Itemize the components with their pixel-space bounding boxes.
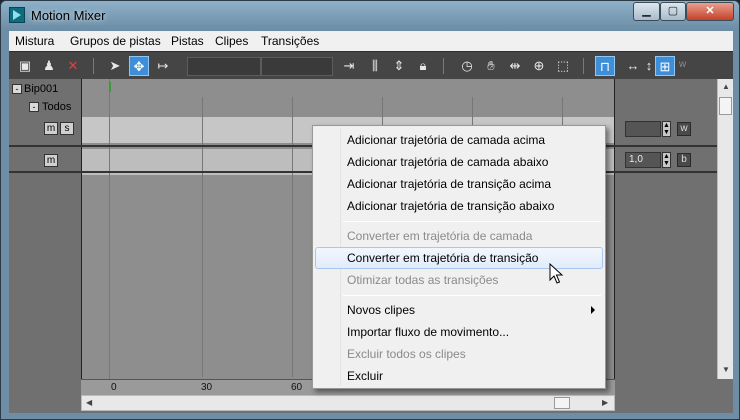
menu-item-add-layer-below[interactable]: Adicionar trajetória de camada abaixo — [315, 151, 603, 173]
menu-bar: Mistura Grupos de pistas Pistas Clipes T… — [9, 31, 733, 51]
lock-icon[interactable]: 🔒︎ — [413, 56, 433, 76]
scroll-down-icon[interactable]: ▼ — [722, 365, 730, 374]
preview-icon[interactable]: ⊞ — [655, 56, 675, 76]
menu-item-convert-to-layer: Converter em trajetória de camada — [347, 229, 533, 243]
trackgroup-label: Todos — [42, 101, 72, 113]
window-title: Motion Mixer — [31, 8, 106, 23]
menu-mistura[interactable]: Mistura — [15, 34, 54, 48]
toolbar-separator — [443, 58, 444, 74]
collapse-toggle-group[interactable]: - — [29, 102, 39, 112]
fit-icon[interactable]: ⇕ — [389, 56, 409, 76]
mouse-pointer-icon — [549, 263, 564, 284]
toolbar-field-2[interactable] — [261, 57, 333, 76]
slide-icon[interactable]: ↦ — [153, 56, 173, 76]
menu-item-add-transition-below[interactable]: Adicionar trajetória de transição abaixo — [315, 195, 603, 217]
horizontal-scroll-thumb[interactable] — [554, 397, 570, 409]
delete-icon[interactable]: ✕ — [63, 56, 83, 76]
grid-line — [292, 97, 293, 377]
weight-spinner-1[interactable]: ▲ ▼ — [662, 121, 671, 137]
menu-pistas[interactable]: Pistas — [171, 34, 204, 48]
maximize-button[interactable]: ▢ — [660, 2, 686, 21]
time-slider-icon[interactable]: ◷ — [457, 56, 477, 76]
toolbar-separator — [583, 58, 584, 74]
menu-item-import-motion-flow[interactable]: Importar fluxo de movimento... — [315, 321, 603, 343]
region-zoom-icon[interactable]: ⬚ — [553, 56, 573, 76]
menu-grupos-de-pistas[interactable]: Grupos de pistas — [70, 34, 161, 48]
weight-button-w[interactable]: w — [677, 122, 691, 136]
menu-separator — [343, 295, 601, 296]
add-trackgroup-icon[interactable]: ▣ — [15, 56, 35, 76]
solo-button-row1[interactable]: s — [60, 122, 74, 135]
ruler-tick-label: 30 — [201, 382, 213, 393]
title-bar[interactable]: Motion Mixer ▁ ▢ ✕ — [1, 1, 739, 31]
move-icon[interactable]: ✥ — [129, 56, 149, 76]
scroll-up-icon[interactable]: ▲ — [722, 82, 730, 91]
scroll-left-icon[interactable]: ◀ — [86, 398, 92, 407]
app-icon — [9, 7, 25, 23]
menu-transicoes[interactable]: Transições — [261, 34, 319, 48]
horizontal-scrollbar[interactable]: ◀ ▶ — [81, 395, 615, 411]
menu-item-delete[interactable]: Excluir — [315, 365, 603, 387]
set-range-icon[interactable]: ⇥ — [339, 56, 359, 76]
weight-field-1[interactable] — [625, 121, 661, 137]
mute-button-row1[interactable]: m — [44, 122, 58, 135]
select-icon[interactable]: ➤ — [105, 56, 125, 76]
motion-mixer-window: Motion Mixer ▁ ▢ ✕ Mistura Grupos de pis… — [0, 0, 740, 420]
menu-item-add-transition-above[interactable]: Adicionar trajetória de transição acima — [315, 173, 603, 195]
scroll-right-icon[interactable]: ▶ — [602, 398, 608, 407]
menu-clipes[interactable]: Clipes — [215, 34, 248, 48]
minimize-button[interactable]: ▁ — [633, 2, 660, 21]
grid-line — [202, 97, 203, 377]
add-biped-icon[interactable]: ♟ — [39, 56, 59, 76]
context-menu: Adicionar trajetória de camada acima Adi… — [312, 125, 606, 389]
menu-item-new-clips[interactable]: Novos clipes — [315, 299, 603, 321]
weight-field-2[interactable]: 1,0 — [625, 152, 661, 168]
vertical-scroll-thumb[interactable] — [719, 97, 732, 115]
snap-frames-icon[interactable]: ⊓ — [595, 56, 615, 76]
collapse-toggle-bip[interactable]: - — [12, 84, 22, 94]
menu-item-delete-all-clips: Excluir todos os clipes — [347, 347, 466, 361]
zoom-extents-icon[interactable]: ⇹ — [505, 56, 525, 76]
hand-pan-icon[interactable]: ✋︎ — [481, 56, 501, 76]
time-cursor[interactable] — [109, 79, 110, 393]
weight-spinner-2[interactable]: ▲ ▼ — [662, 152, 671, 168]
close-button[interactable]: ✕ — [686, 2, 734, 21]
toolbar-separator — [93, 58, 94, 74]
toolbar-w-label: w — [679, 59, 687, 70]
zoom-icon[interactable]: ⊕ — [529, 56, 549, 76]
ruler-tick-label: 60 — [291, 382, 303, 393]
menu-item-add-layer-above[interactable]: Adicionar trajetória de camada acima — [315, 129, 603, 151]
mute-button-row2[interactable]: m — [44, 154, 58, 167]
weight-button-b[interactable]: b — [677, 153, 691, 167]
toolbar: ▣ ♟ ✕ ➤ ✥ ↦ ⇥ ⫼ ⇕ 🔒︎ ◷ ✋︎ ⇹ ⊕ ⬚ ⊓ ↔ ↕ ⊞ … — [9, 51, 733, 79]
biped-label: Bip001 — [24, 83, 59, 95]
submenu-arrow-icon — [591, 306, 595, 314]
toolbar-field-1[interactable] — [187, 57, 261, 76]
vertical-scrollbar[interactable]: ▲ ▼ — [717, 79, 733, 379]
time-cursor-marker — [109, 82, 111, 92]
trim-icon[interactable]: ⫼ — [365, 56, 385, 76]
ruler-tick-label: 0 — [111, 382, 117, 393]
menu-separator — [343, 221, 601, 222]
